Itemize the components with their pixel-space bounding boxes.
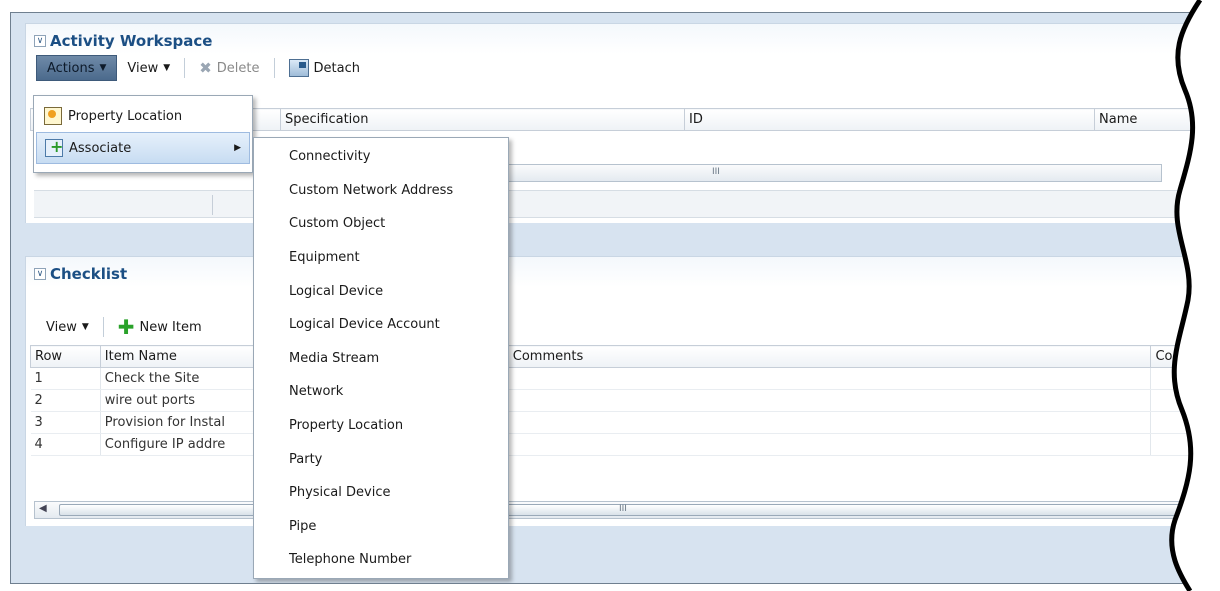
submenu-item-connectivity[interactable]: Connectivity (254, 140, 508, 174)
submenu-arrow-icon: ▶ (234, 143, 241, 153)
associate-submenu: Connectivity Custom Network Address Cust… (253, 137, 509, 579)
row-number: 2 (30, 389, 101, 412)
scroll-left-icon[interactable]: ◀ (39, 503, 47, 514)
submenu-item-logical-device-account[interactable]: Logical Device Account (254, 308, 508, 342)
comments-cell[interactable] (508, 389, 1152, 412)
submenu-item-physical-device[interactable]: Physical Device (254, 476, 508, 510)
table-row[interactable]: 3 Provision for Instal (30, 411, 1209, 434)
column-header-id[interactable]: ID (684, 108, 1095, 131)
row-number: 3 (30, 411, 101, 434)
menu-item-associate[interactable]: Associate ▶ (36, 132, 250, 164)
collapse-icon[interactable]: ∨ (34, 35, 46, 47)
delete-label: Delete (216, 60, 260, 76)
actions-label: Actions (47, 60, 95, 76)
actions-menu-button[interactable]: Actions ▼ (36, 55, 118, 81)
comments-cell[interactable] (508, 433, 1152, 456)
horizontal-scrollbar[interactable]: ◀ III (34, 501, 1204, 519)
footer-divider (212, 195, 213, 215)
application-frame: ∨ Activity Workspace Actions ▼ View ▼ ✖ … (10, 12, 1210, 584)
submenu-item-network[interactable]: Network (254, 375, 508, 409)
toolbar-divider (273, 58, 275, 78)
scroll-grip: III (619, 504, 627, 514)
table-footer (34, 190, 1209, 218)
submenu-item-logical-device[interactable]: Logical Device (254, 274, 508, 308)
chevron-down-icon: ▼ (99, 63, 107, 73)
detach-label: Detach (313, 60, 360, 76)
torn-edge-decoration (1169, 0, 1220, 591)
comments-cell[interactable] (508, 367, 1152, 390)
view-menu-button[interactable]: View ▼ (117, 55, 180, 81)
comments-cell[interactable] (508, 411, 1152, 434)
checklist-toolbar: View ▼ ✚ New Item (36, 313, 212, 341)
menu-item-property-location[interactable]: Property Location (36, 100, 250, 132)
toolbar-divider (102, 317, 104, 337)
table-header-row: Row Item Name Comments Comple (30, 345, 1209, 368)
view-label: View (127, 60, 159, 76)
actions-dropdown-menu: Property Location Associate ▶ (33, 95, 253, 173)
checklist-view-menu-button[interactable]: View ▼ (36, 314, 99, 340)
add-icon: ✚ (117, 315, 135, 339)
checklist-table: Row Item Name Comments Comple 1 Check th… (30, 345, 1209, 456)
submenu-item-pipe[interactable]: Pipe (254, 510, 508, 544)
associate-icon (45, 137, 63, 157)
column-header-comments[interactable]: Comments (507, 345, 1152, 368)
checklist-title: Checklist (50, 265, 128, 283)
table-row[interactable]: 2 wire out ports (30, 389, 1209, 412)
property-location-icon (44, 107, 62, 125)
menu-item-label: Associate (69, 140, 132, 156)
detach-button[interactable]: Detach (279, 55, 370, 81)
activity-workspace-header: ∨ Activity Workspace (34, 30, 212, 52)
new-item-button[interactable]: ✚ New Item (108, 314, 212, 340)
table-row[interactable]: 4 Configure IP addre (30, 433, 1209, 456)
activity-workspace-title: Activity Workspace (50, 32, 213, 50)
new-item-label: New Item (139, 319, 202, 335)
submenu-item-media-stream[interactable]: Media Stream (254, 342, 508, 376)
checklist-header: ∨ Checklist (34, 263, 127, 285)
submenu-item-equipment[interactable]: Equipment (254, 241, 508, 275)
submenu-item-property-location[interactable]: Property Location (254, 409, 508, 443)
scroll-thumb[interactable] (59, 504, 1201, 516)
collapse-icon[interactable]: ∨ (34, 268, 46, 280)
column-header-specification[interactable]: Specification (280, 108, 685, 131)
table-row[interactable]: 1 Check the Site (30, 367, 1209, 390)
submenu-item-custom-network-address[interactable]: Custom Network Address (254, 174, 508, 208)
detach-icon (288, 59, 309, 77)
activity-workspace-toolbar: Actions ▼ View ▼ ✖ Delete Detach (36, 54, 370, 82)
submenu-item-telephone-number[interactable]: Telephone Number (254, 543, 508, 577)
view-label: View (46, 319, 77, 335)
submenu-item-custom-object[interactable]: Custom Object (254, 207, 508, 241)
column-header-row[interactable]: Row (30, 345, 101, 368)
checklist-panel: ∨ Checklist View ▼ ✚ New Item Row Item N… (25, 256, 1209, 526)
submenu-item-party[interactable]: Party (254, 442, 508, 476)
chevron-down-icon: ▼ (81, 322, 89, 332)
row-number: 4 (30, 433, 101, 456)
delete-icon: ✖ (199, 59, 212, 77)
chevron-down-icon: ▼ (163, 63, 171, 73)
menu-item-label: Property Location (68, 108, 183, 124)
toolbar-divider (184, 58, 186, 78)
delete-button[interactable]: ✖ Delete (189, 55, 269, 81)
row-number: 1 (30, 367, 101, 390)
scroll-grip: III (712, 167, 720, 177)
